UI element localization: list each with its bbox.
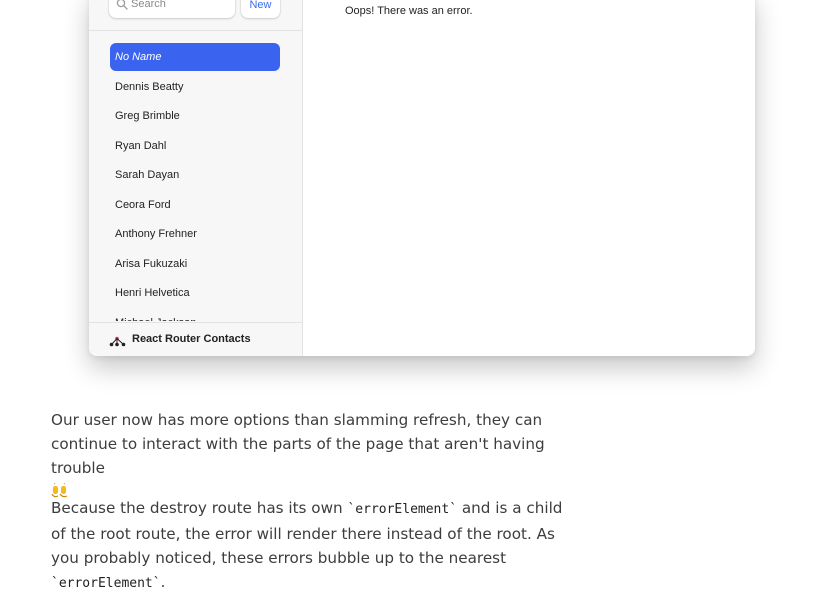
contact-item[interactable]: Arisa Fukuzaki [110,250,280,278]
error-message: Oops! There was an error. [345,5,473,17]
article-paragraph-2: Because the destroy route has its own `e… [51,496,571,596]
contact-list: No Name Dennis Beatty Greg Brimble Ryan Dah… [110,43,280,321]
paragraph-text: Our user now has more options than slamm… [51,411,545,477]
contact-item[interactable]: Greg Brimble [110,102,280,130]
search-input[interactable] [131,0,231,12]
react-router-logo-icon [109,336,126,347]
contact-item[interactable]: Dennis Beatty [110,73,280,101]
contact-item[interactable]: Michael Jackson [110,309,280,322]
app-screenshot: New No NameDennis BeattyGreg BrimbleRyan… [89,0,755,356]
contact-item[interactable]: No Name [110,43,280,71]
search-box[interactable] [109,0,235,18]
sidebar: New No NameDennis BeattyGreg BrimbleRyan… [89,0,303,356]
contact-item[interactable]: Anthony Frehner [110,220,280,248]
search-row: New [89,0,302,31]
contact-item[interactable]: Ryan Dahl [110,132,280,160]
search-icon [116,0,128,10]
contact-item[interactable]: Henri Helvetica [110,279,280,307]
paragraph-text: Because the destroy route has its own [51,499,348,517]
paragraph-text: . [160,573,166,591]
inline-code: `errorElement` [51,576,161,591]
footer-brand-title: React Router Contacts [132,333,251,345]
contacts-scroll-area[interactable]: No Name Dennis Beatty Greg Brimble Ryan Dah… [89,31,302,321]
sidebar-footer: React Router Contacts [89,322,302,356]
contact-item[interactable]: Ceora Ford [110,191,280,219]
article-paragraph-1: Our user now has more options than slamm… [51,408,571,504]
contact-item[interactable]: Sarah Dayan [110,161,280,189]
inline-code: `errorElement` [347,502,458,517]
new-contact-button[interactable]: New [241,0,280,18]
